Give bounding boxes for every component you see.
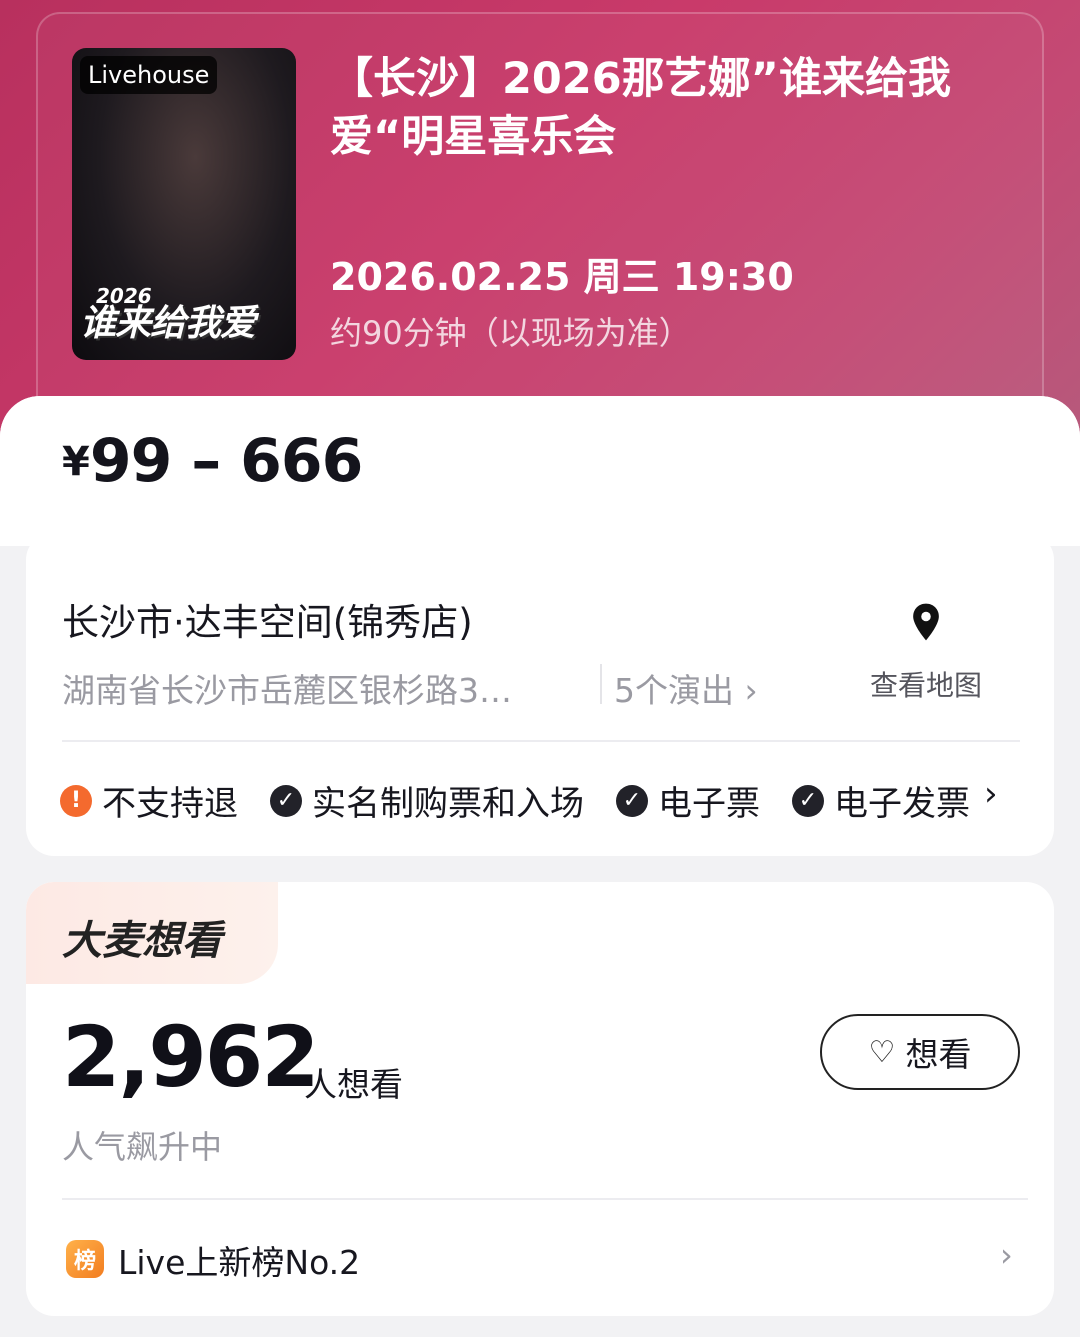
warning-icon: !	[60, 784, 92, 817]
ranking-icon: 榜	[66, 1240, 104, 1278]
map-pin-icon[interactable]	[904, 600, 948, 644]
tag-e-invoice: ✓ 电子发票	[792, 776, 970, 825]
event-datetime: 2026.02.25 周三 19:30	[330, 255, 794, 299]
event-duration: 约90分钟（以现场为准）	[330, 314, 691, 352]
want-button-label: 想看	[905, 1035, 972, 1074]
venue-shows-link[interactable]: 5个演出 ›	[614, 664, 758, 712]
currency-symbol: ¥	[62, 439, 90, 485]
want-unit: 人想看	[304, 1065, 403, 1104]
damai-want-badge: 大麦想看	[26, 882, 278, 984]
divider	[600, 664, 602, 704]
tag-real-name: ✓ 实名制购票和入场	[270, 776, 584, 825]
want-badge-label: 大麦想看	[62, 918, 222, 964]
tag-label: 不支持退	[102, 784, 238, 824]
check-icon: ✓	[792, 784, 824, 817]
chevron-right-icon[interactable]: ›	[984, 774, 998, 814]
service-tags[interactable]: ! 不支持退 ✓ 实名制购票和入场 ✓ 电子票 ✓ 电子发票	[60, 776, 1002, 825]
price-value: 99 – 666	[89, 426, 364, 496]
chevron-right-icon[interactable]: ›	[1000, 1236, 1013, 1274]
divider	[62, 740, 1020, 742]
poster-title: 谁来给我爱	[80, 303, 256, 344]
venue-card: 长沙市·达丰空间(锦秀店) 湖南省长沙市岳麓区银杉路3… 5个演出 › 查看地图…	[26, 532, 1054, 856]
want-button[interactable]: ♡ 想看	[820, 1014, 1020, 1090]
view-map-button[interactable]: 查看地图	[870, 664, 982, 704]
price-range: ¥99 – 666	[62, 426, 364, 496]
popularity-trend: 人气飙升中	[62, 1128, 223, 1166]
want-count: 2,962	[62, 1008, 320, 1106]
tag-no-refund: ! 不支持退	[60, 776, 238, 825]
heart-plus-icon: ♡	[868, 1034, 896, 1070]
event-title: 【长沙】2026那艺娜”谁来给我爱“明星喜乐会	[330, 54, 951, 162]
ranking-label[interactable]: Live上新榜No.2	[118, 1236, 360, 1284]
want-card: 大麦想看 2,962 人想看 人气飙升中 ♡ 想看 榜 Live上新榜No.2 …	[26, 882, 1054, 1316]
tag-e-ticket: ✓ 电子票	[616, 776, 760, 825]
tag-label: 实名制购票和入场	[312, 784, 584, 824]
venue-address[interactable]: 湖南省长沙市岳麓区银杉路3…	[62, 664, 582, 712]
divider	[62, 1198, 1028, 1200]
event-poster[interactable]: Livehouse 2026 谁来给我爱	[72, 48, 296, 360]
livehouse-badge: Livehouse	[80, 56, 218, 94]
event-header: Livehouse 2026 谁来给我爱 【长沙】2026那艺娜”谁来给我爱“明…	[0, 0, 1080, 460]
venue-name[interactable]: 长沙市·达丰空间(锦秀店)	[62, 592, 473, 646]
check-icon: ✓	[616, 784, 648, 817]
check-icon: ✓	[270, 784, 302, 817]
tag-label: 电子票	[658, 784, 760, 824]
tag-label: 电子发票	[834, 784, 970, 824]
